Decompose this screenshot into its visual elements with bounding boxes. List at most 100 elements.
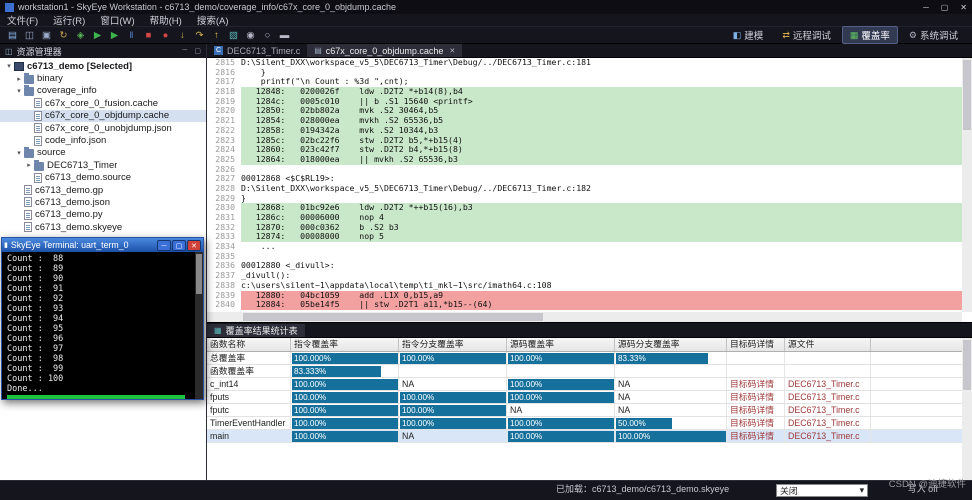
coverage-row[interactable]: fputs100.00%100.00%100.00%NA目标码详情DEC6713…: [207, 391, 972, 404]
coverage-row[interactable]: main100.00%NA100.00%100.00%目标码详情DEC6713_…: [207, 430, 972, 443]
editor[interactable]: 2815D:\Silent_DXX\workspace_v5_5\DEC6713…: [207, 58, 972, 322]
perspective-coverage-icon: ▦: [850, 30, 859, 41]
debug-icon[interactable]: ◈: [72, 28, 89, 43]
source-file-link[interactable]: DEC6713_Timer.c: [785, 392, 860, 402]
coverage-row[interactable]: 总覆盖率100.000%100.00%100.00%83.33%: [207, 352, 972, 365]
terminal-output[interactable]: Count : 88Count : 89Count : 90Count : 91…: [2, 252, 203, 399]
target-code-link[interactable]: 目标码详情: [727, 392, 774, 402]
new-icon[interactable]: ▤: [4, 28, 21, 43]
scroll-thumb[interactable]: [243, 313, 543, 321]
coverage-icon[interactable]: ▧: [225, 28, 242, 43]
step-over-icon[interactable]: ↷: [191, 28, 208, 43]
terminal-maximize-icon[interactable]: ▢: [172, 240, 186, 251]
folder-icon: [24, 149, 34, 158]
pause-icon[interactable]: ‖: [123, 28, 140, 43]
editor-tab[interactable]: ▤c67x_core_0_objdump.cache✕: [307, 44, 462, 57]
toolbar-icons: ▤◫▣↻◈▶▶‖■●↓↷↑▧◉○▬: [4, 28, 293, 43]
perspective-remote-debug-icon: ⇄: [782, 30, 790, 41]
terminal-titlebar[interactable]: ▮ SkyEye Terminal: uart_term_0 ─ ▢ ✕: [2, 238, 203, 252]
perspective-remote-debug[interactable]: ⇄远程调试: [774, 26, 839, 44]
step-return-icon[interactable]: ↑: [208, 28, 225, 43]
tree-item[interactable]: ▾c6713_demo [Selected]: [0, 60, 206, 72]
maximize-icon[interactable]: ▢: [941, 3, 949, 12]
tab-close-icon[interactable]: ✕: [449, 47, 455, 55]
target-code-cell: 目标码详情: [727, 404, 785, 416]
tree-item[interactable]: c6713_demo.gp: [0, 184, 206, 196]
target-code-link[interactable]: 目标码详情: [727, 431, 774, 441]
row-filler: [871, 391, 972, 403]
tree-item[interactable]: c6713_demo.json: [0, 196, 206, 208]
tree-item[interactable]: c67x_core_0_fusion.cache: [0, 97, 206, 109]
scroll-thumb[interactable]: [196, 254, 202, 294]
run-icon[interactable]: ▶: [89, 28, 106, 43]
line-text: 12870: 000c0362 b .S2 b3: [241, 223, 962, 233]
tree-item[interactable]: ▾coverage_info: [0, 85, 206, 97]
record-icon[interactable]: ●: [157, 28, 174, 43]
view-maximize-icon[interactable]: ▢: [194, 47, 201, 55]
menu-item[interactable]: 运行(R): [53, 13, 85, 27]
view-minimize-icon[interactable]: ─: [182, 47, 187, 55]
close-icon[interactable]: ✕: [960, 3, 967, 12]
menu-item[interactable]: 帮助(H): [150, 13, 182, 27]
coverage-bar: 100.00%: [292, 379, 399, 390]
coverage-table-tab[interactable]: ▦ 覆盖率结果统计表: [207, 324, 305, 337]
target-code-link[interactable]: 目标码详情: [727, 418, 774, 428]
coverage-row[interactable]: c_int14100.00%NA100.00%NA目标码详情DEC6713_Ti…: [207, 378, 972, 391]
tree-item[interactable]: ▾source: [0, 147, 206, 159]
save-icon[interactable]: ◫: [21, 28, 38, 43]
refresh-icon[interactable]: ↻: [55, 28, 72, 43]
target-code-link[interactable]: 目标码详情: [727, 379, 774, 389]
snapshot-icon[interactable]: ◉: [242, 28, 259, 43]
terminal-line: Done...: [7, 384, 203, 394]
tree-item[interactable]: c67x_core_0_unobjdump.json: [0, 122, 206, 134]
source-file-link[interactable]: DEC6713_Timer.c: [785, 418, 860, 428]
editor-line: 283600012880 <_divull>:: [207, 261, 962, 271]
target-code-link[interactable]: 目标码详情: [727, 405, 774, 415]
source-file-link[interactable]: DEC6713_Timer.c: [785, 379, 860, 389]
tree-item[interactable]: c67x_core_0_objdump.cache: [0, 110, 206, 122]
coverage-row[interactable]: TimerEventHandler100.00%100.00%100.00%50…: [207, 417, 972, 430]
coverage-table-rows: 总覆盖率100.000%100.00%100.00%83.33%函数覆盖率83.…: [207, 352, 972, 443]
terminal-minimize-icon[interactable]: ─: [157, 240, 171, 251]
minimize-icon[interactable]: ─: [923, 3, 929, 12]
coverage-scrollbar[interactable]: [962, 338, 972, 480]
scroll-thumb[interactable]: [963, 340, 971, 390]
tree-item[interactable]: c6713_demo.skyeye: [0, 221, 206, 233]
terminal-icon[interactable]: ▬: [276, 28, 293, 43]
source-file-link[interactable]: DEC6713_Timer.c: [785, 405, 860, 415]
status-combo[interactable]: 关闭 ▾: [776, 484, 868, 497]
row-filler: [871, 404, 972, 416]
perspective-modeling[interactable]: ◧建模: [725, 26, 772, 44]
save-all-icon[interactable]: ▣: [38, 28, 55, 43]
editor-line: 2823 1285c: 02bc22f6 stw .D2T2 b5,*+b15(…: [207, 136, 962, 146]
tree-item[interactable]: c6713_demo.py: [0, 209, 206, 221]
tree-item[interactable]: code_info.json: [0, 134, 206, 146]
stop-icon[interactable]: ■: [140, 28, 157, 43]
search-icon[interactable]: ○: [259, 28, 276, 43]
terminal-line: Count : 90: [7, 274, 203, 284]
source-file-link[interactable]: DEC6713_Timer.c: [785, 431, 860, 441]
file-icon: [24, 210, 32, 220]
explorer-header: ◫ 资源管理器 ─ ▢: [0, 44, 206, 58]
menu-item[interactable]: 文件(F): [7, 13, 38, 27]
editor-vscrollbar[interactable]: [962, 58, 972, 312]
editor-hscrollbar[interactable]: [207, 312, 962, 322]
tree-item[interactable]: ▸binary: [0, 72, 206, 84]
editor-tab[interactable]: CDEC6713_Timer.c: [207, 44, 307, 57]
terminal-close-icon[interactable]: ✕: [187, 240, 201, 251]
terminal-cursor: [7, 395, 185, 399]
perspective-coverage[interactable]: ▦覆盖率: [842, 26, 898, 44]
menu-item[interactable]: 搜索(A): [197, 13, 229, 27]
terminal-scrollbar[interactable]: [195, 252, 203, 399]
coverage-row[interactable]: fputc100.00%100.00%NANA目标码详情DEC6713_Time…: [207, 404, 972, 417]
scroll-thumb[interactable]: [963, 60, 971, 130]
menu-item[interactable]: 窗口(W): [100, 13, 134, 27]
step-into-icon[interactable]: ↓: [174, 28, 191, 43]
perspective-system-debug[interactable]: ⚙系统调试: [901, 26, 966, 44]
tree-item[interactable]: ▸DEC6713_Timer: [0, 159, 206, 171]
resume-icon[interactable]: ▶: [106, 28, 123, 43]
coverage-row[interactable]: 函数覆盖率83.333%: [207, 365, 972, 378]
editor-line: 2834 ...: [207, 242, 962, 252]
tree-item[interactable]: c6713_demo.source: [0, 172, 206, 184]
persp-label: 覆盖率: [861, 28, 890, 42]
